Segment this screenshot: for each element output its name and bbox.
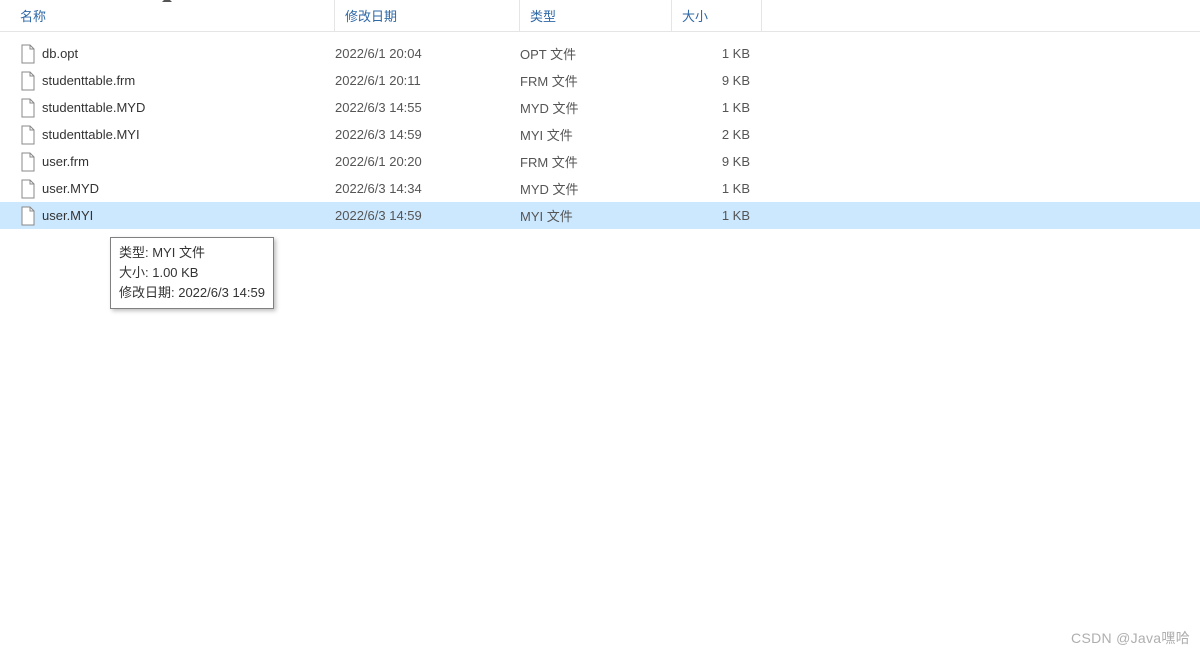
file-size-cell: 9 KB xyxy=(672,154,762,169)
file-name-cell: studenttable.MYI xyxy=(20,125,335,145)
file-name-label: user.MYI xyxy=(42,208,93,223)
file-row[interactable]: studenttable.MYD 2022/6/3 14:55MYD 文件1 KB xyxy=(0,94,1200,121)
file-icon xyxy=(20,125,36,145)
file-name-label: db.opt xyxy=(42,46,78,61)
column-header-name-label: 名称 xyxy=(20,6,46,25)
column-header-date-label: 修改日期 xyxy=(345,6,397,25)
sort-ascending-icon xyxy=(162,0,172,2)
file-type-cell: MYD 文件 xyxy=(520,98,672,117)
tooltip-size: 大小: 1.00 KB xyxy=(119,263,265,283)
column-header-type-label: 类型 xyxy=(530,6,556,25)
file-name-label: studenttable.frm xyxy=(42,73,135,88)
file-name-label: studenttable.MYI xyxy=(42,127,140,142)
file-name-cell: db.opt xyxy=(20,44,335,64)
column-header-size-label: 大小 xyxy=(682,6,708,25)
file-row[interactable]: user.frm 2022/6/1 20:20FRM 文件9 KB xyxy=(0,148,1200,175)
file-row[interactable]: user.MYI 2022/6/3 14:59MYI 文件1 KB xyxy=(0,202,1200,229)
file-type-cell: MYI 文件 xyxy=(520,206,672,225)
file-date-cell: 2022/6/1 20:20 xyxy=(335,154,520,169)
file-name-cell: user.frm xyxy=(20,152,335,172)
file-row[interactable]: studenttable.frm 2022/6/1 20:11FRM 文件9 KB xyxy=(0,67,1200,94)
file-date-cell: 2022/6/1 20:11 xyxy=(335,73,520,88)
file-type-cell: OPT 文件 xyxy=(520,44,672,63)
file-icon xyxy=(20,44,36,64)
file-type-cell: MYI 文件 xyxy=(520,125,672,144)
file-size-cell: 1 KB xyxy=(672,208,762,223)
file-row[interactable]: user.MYD 2022/6/3 14:34MYD 文件1 KB xyxy=(0,175,1200,202)
tooltip-type: 类型: MYI 文件 xyxy=(119,243,265,263)
file-size-cell: 9 KB xyxy=(672,73,762,88)
file-date-cell: 2022/6/3 14:59 xyxy=(335,208,520,223)
file-row[interactable]: studenttable.MYI 2022/6/3 14:59MYI 文件2 KB xyxy=(0,121,1200,148)
file-icon xyxy=(20,71,36,91)
file-name-label: user.frm xyxy=(42,154,89,169)
column-header-type[interactable]: 类型 xyxy=(520,0,672,31)
column-header-row: 名称 修改日期 类型 大小 xyxy=(0,0,1200,32)
file-type-cell: MYD 文件 xyxy=(520,179,672,198)
file-tooltip: 类型: MYI 文件 大小: 1.00 KB 修改日期: 2022/6/3 14… xyxy=(110,237,274,309)
watermark: CSDN @Java嘿哈 xyxy=(1071,628,1190,648)
file-name-cell: studenttable.MYD xyxy=(20,98,335,118)
file-date-cell: 2022/6/3 14:34 xyxy=(335,181,520,196)
file-name-cell: user.MYI xyxy=(20,206,335,226)
tooltip-date: 修改日期: 2022/6/3 14:59 xyxy=(119,283,265,303)
file-size-cell: 1 KB xyxy=(672,100,762,115)
file-icon xyxy=(20,206,36,226)
file-name-cell: user.MYD xyxy=(20,179,335,199)
file-type-cell: FRM 文件 xyxy=(520,71,672,90)
file-date-cell: 2022/6/1 20:04 xyxy=(335,46,520,61)
file-name-label: user.MYD xyxy=(42,181,99,196)
file-type-cell: FRM 文件 xyxy=(520,152,672,171)
file-row[interactable]: db.opt 2022/6/1 20:04OPT 文件1 KB xyxy=(0,40,1200,67)
file-date-cell: 2022/6/3 14:59 xyxy=(335,127,520,142)
column-header-size[interactable]: 大小 xyxy=(672,0,762,31)
file-list: db.opt2022/6/1 20:04OPT 文件1 KBstudenttab… xyxy=(0,32,1200,229)
column-header-date[interactable]: 修改日期 xyxy=(335,0,520,31)
column-header-name[interactable]: 名称 xyxy=(0,0,335,31)
file-name-label: studenttable.MYD xyxy=(42,100,145,115)
file-name-cell: studenttable.frm xyxy=(20,71,335,91)
file-date-cell: 2022/6/3 14:55 xyxy=(335,100,520,115)
file-icon xyxy=(20,179,36,199)
file-icon xyxy=(20,152,36,172)
file-size-cell: 2 KB xyxy=(672,127,762,142)
file-size-cell: 1 KB xyxy=(672,181,762,196)
file-size-cell: 1 KB xyxy=(672,46,762,61)
file-icon xyxy=(20,98,36,118)
